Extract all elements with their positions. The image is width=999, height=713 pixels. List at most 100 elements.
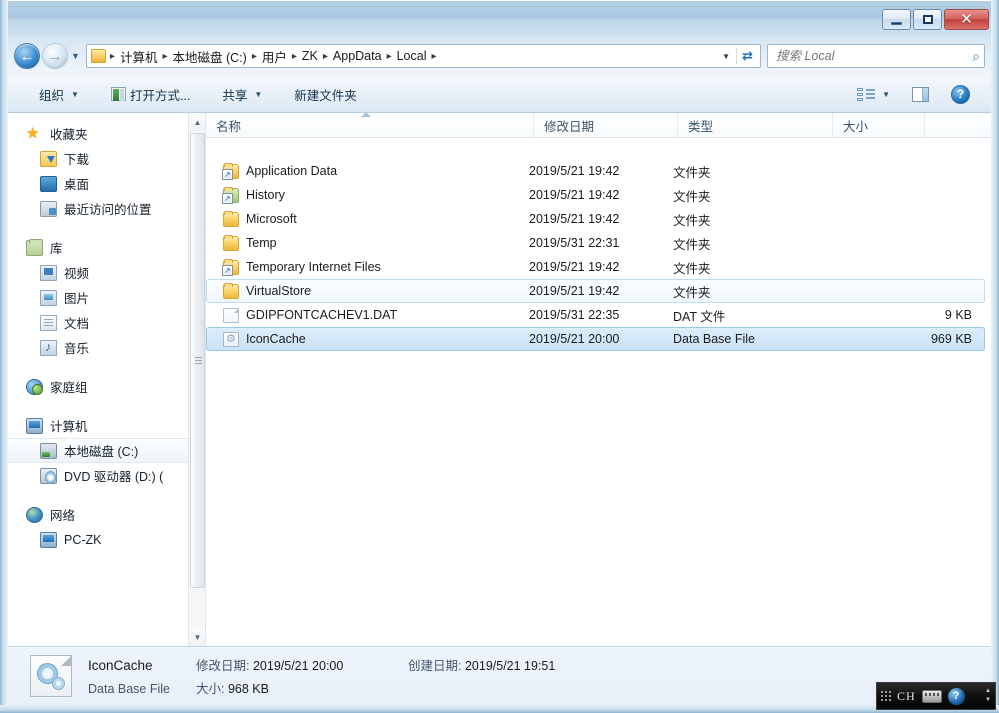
minimize-button[interactable] — [882, 9, 911, 30]
sidebar-group-label: 库 — [50, 242, 63, 256]
details-size: 大小: 968 KB — [196, 678, 408, 697]
organize-label: 组织 — [39, 88, 65, 103]
breadcrumb-item-5[interactable]: Local — [394, 48, 430, 64]
star-icon: ★ — [26, 124, 40, 142]
sidebar-item-documents[interactable]: 文档 — [8, 310, 205, 335]
recent-locations-button[interactable]: ▼ — [71, 51, 80, 61]
open-with-button[interactable]: 打开方式... — [102, 80, 199, 109]
sidebar-group-libraries[interactable]: 库 — [8, 235, 205, 260]
file-date-cell: 2019/5/21 19:42 — [529, 188, 620, 202]
search-input[interactable] — [776, 49, 973, 63]
sidebar-item-music[interactable]: 音乐 — [8, 335, 205, 360]
video-library-icon — [40, 264, 57, 281]
breadcrumb-item-3[interactable]: ZK — [299, 48, 321, 64]
nav-group-gap — [8, 488, 205, 502]
breadcrumb-separator[interactable]: ▸ — [290, 51, 299, 62]
change-view-button[interactable]: ▼ — [848, 82, 899, 107]
file-name-cell: Microsoft — [207, 210, 529, 227]
documents-library-icon — [40, 314, 57, 331]
chevron-down-icon[interactable]: ▼ — [718, 52, 736, 61]
share-label: 共享 — [222, 88, 248, 103]
help-button[interactable]: ? — [942, 80, 979, 109]
breadcrumb-separator[interactable]: ▸ — [429, 51, 438, 62]
sidebar-item-pc-zk[interactable]: PC-ZK — [8, 527, 205, 552]
breadcrumb-item-0[interactable]: 计算机 — [117, 46, 161, 67]
column-header-name[interactable]: 名称 — [206, 113, 534, 138]
file-type-cell: 文件夹 — [673, 261, 711, 276]
sidebar-group-computer[interactable]: 计算机 — [8, 413, 205, 438]
sidebar-group-favorites[interactable]: ★ 收藏夹 — [8, 121, 205, 146]
table-row[interactable]: ↗ Temporary Internet Files 2019/5/21 19:… — [206, 255, 985, 279]
breadcrumb-item-1[interactable]: 本地磁盘 (C:) — [170, 46, 250, 67]
ime-language-label[interactable]: CH — [897, 689, 916, 704]
drag-grip-icon[interactable] — [881, 691, 891, 701]
table-row[interactable]: IconCache 2019/5/21 20:00 Data Base File… — [206, 327, 985, 351]
close-button[interactable]: ✕ — [944, 9, 989, 30]
navigation-pane-scrollbar[interactable]: ▲ ▼ — [188, 113, 205, 646]
table-row[interactable]: VirtualStore 2019/5/21 19:42 文件夹 — [206, 279, 985, 303]
table-row[interactable]: ↗ Application Data 2019/5/21 19:42 文件夹 — [206, 159, 985, 183]
details-text: IconCache 修改日期: 2019/5/21 20:00 创建日期: 20… — [88, 655, 555, 697]
sidebar-group-network[interactable]: 网络 — [8, 502, 205, 527]
breadcrumb-item-2[interactable]: 用户 — [259, 46, 290, 67]
sidebar-item-dvd-drive-d[interactable]: DVD 驱动器 (D:) ( — [8, 463, 205, 488]
breadcrumb-item-4[interactable]: AppData — [330, 48, 385, 64]
column-header-size[interactable]: 大小 — [833, 113, 925, 138]
sidebar-item-pictures[interactable]: 图片 — [8, 285, 205, 310]
breadcrumb-separator[interactable]: ▸ — [250, 51, 259, 62]
sidebar-group-homegroup[interactable]: 家庭组 — [8, 374, 205, 399]
table-row[interactable]: Microsoft 2019/5/21 19:42 文件夹 — [206, 207, 985, 231]
title-bar — [0, 0, 999, 36]
scroll-down-button[interactable]: ▼ — [189, 628, 205, 646]
breadcrumb-separator[interactable]: ▸ — [321, 51, 330, 62]
file-name: Temporary Internet Files — [246, 260, 381, 274]
breadcrumb: ▸ 计算机 ▸ 本地磁盘 (C:) ▸ 用户 ▸ ZK ▸ AppData ▸ … — [108, 46, 718, 67]
chevron-down-icon: ▼ — [254, 89, 263, 99]
back-button[interactable]: ← — [14, 43, 40, 69]
breadcrumb-separator[interactable]: ▸ — [160, 51, 169, 62]
nav-tree: ★ 收藏夹 下载 桌面 最近访问的位置 库 视频 图片 文档 ♪ 音乐 家庭组 … — [8, 113, 205, 552]
nav-group-gap — [8, 221, 205, 235]
sidebar-item-label: PC-ZK — [64, 532, 102, 547]
table-row[interactable]: ↗ History 2019/5/21 19:42 文件夹 — [206, 183, 985, 207]
scrollbar-thumb[interactable] — [190, 133, 205, 588]
address-breadcrumb-bar[interactable]: ▸ 计算机 ▸ 本地磁盘 (C:) ▸ 用户 ▸ ZK ▸ AppData ▸ … — [85, 44, 761, 68]
help-icon[interactable]: ? — [947, 687, 965, 705]
generic-file-icon — [223, 307, 239, 323]
maximize-button[interactable] — [913, 9, 942, 30]
sidebar-item-local-disk-c[interactable]: 本地磁盘 (C:) — [8, 438, 205, 463]
refresh-button[interactable]: ⇄ — [736, 48, 758, 64]
sidebar-item-desktop[interactable]: 桌面 — [8, 171, 205, 196]
column-header-label: 类型 — [688, 119, 714, 134]
sidebar-item-downloads[interactable]: 下载 — [8, 146, 205, 171]
file-name: GDIPFONTCACHEV1.DAT — [246, 308, 398, 322]
sidebar-group-label: 计算机 — [50, 420, 88, 434]
breadcrumb-separator: ▸ — [109, 50, 115, 62]
sidebar-item-label: DVD 驱动器 (D:) ( — [64, 470, 164, 484]
sidebar-item-videos[interactable]: 视频 — [8, 260, 205, 285]
sidebar-item-label: 文档 — [64, 317, 90, 331]
keyboard-icon[interactable] — [921, 689, 942, 703]
sidebar-item-label: 视频 — [64, 267, 90, 281]
search-box[interactable]: ⌕ — [767, 44, 985, 68]
table-row[interactable]: GDIPFONTCACHEV1.DAT 2019/5/31 22:35 DAT … — [206, 303, 985, 327]
breadcrumb-separator[interactable]: ▸ — [385, 51, 394, 62]
column-header-date-modified[interactable]: 修改日期 — [534, 113, 678, 138]
details-created-label: 创建日期: — [408, 659, 462, 673]
column-header-label: 大小 — [843, 119, 869, 134]
column-header-type[interactable]: 类型 — [678, 113, 833, 138]
column-header-filler — [925, 113, 991, 138]
new-folder-button[interactable]: 新建文件夹 — [285, 80, 366, 109]
help-icon: ? — [951, 84, 970, 104]
ime-language-bar[interactable]: CH ? ▲ ▼ — [876, 682, 996, 710]
scroll-up-button[interactable]: ▲ — [189, 113, 205, 131]
sidebar-item-recent-places[interactable]: 最近访问的位置 — [8, 196, 205, 221]
desktop-icon — [40, 175, 57, 192]
forward-button[interactable]: → — [42, 43, 68, 69]
ime-options-button[interactable]: ▲ ▼ — [985, 688, 991, 703]
preview-pane-button[interactable] — [903, 82, 938, 107]
sidebar-group-label: 网络 — [50, 509, 76, 523]
table-row[interactable]: Temp 2019/5/31 22:31 文件夹 — [206, 231, 985, 255]
share-button[interactable]: 共享 ▼ — [213, 80, 271, 109]
organize-button[interactable]: 组织 ▼ — [30, 80, 88, 109]
